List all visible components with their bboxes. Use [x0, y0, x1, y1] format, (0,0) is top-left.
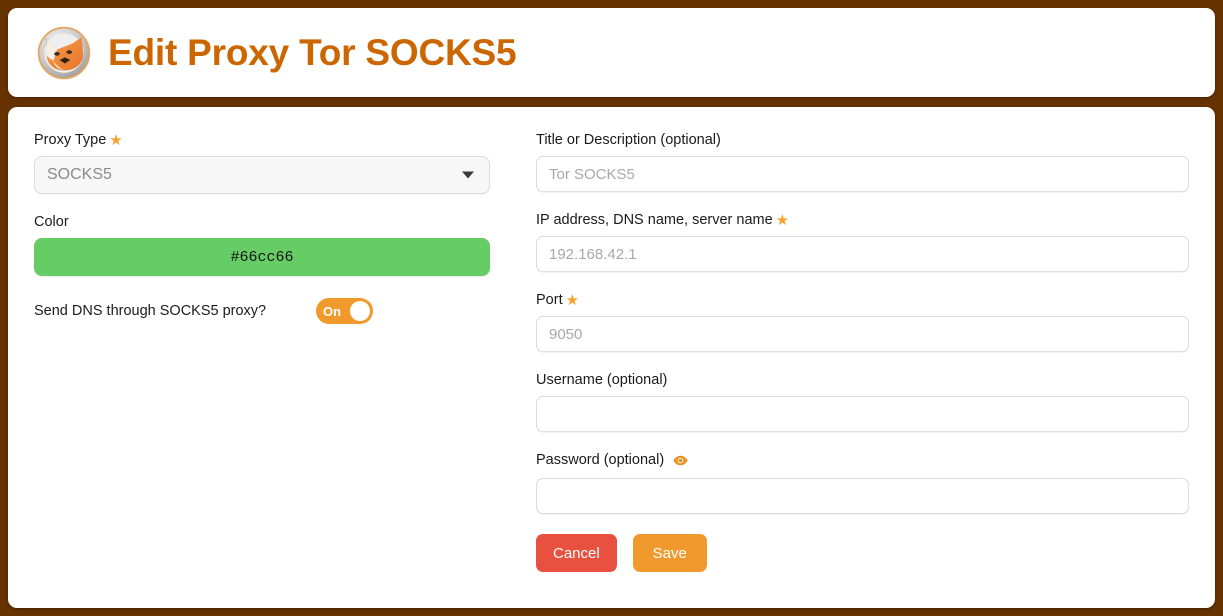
password-field: Password (optional) — [536, 451, 1189, 514]
form-column-left: Proxy Type ★ SOCKS5 Color #66cc66 Send DN… — [34, 131, 506, 586]
proxy-edit-form: Proxy Type ★ SOCKS5 Color #66cc66 Send DN… — [8, 107, 1215, 608]
host-input[interactable] — [536, 236, 1189, 272]
username-field: Username (optional) — [536, 371, 1189, 432]
title-description-field: Title or Description (optional) — [536, 131, 1189, 192]
required-star-icon: ★ — [109, 132, 123, 149]
dns-toggle-label: Send DNS through SOCKS5 proxy? — [34, 303, 267, 319]
title-description-input[interactable] — [536, 156, 1189, 192]
port-field: Port ★ — [536, 291, 1189, 352]
username-input[interactable] — [536, 396, 1189, 432]
password-label-text: Password (optional) — [536, 452, 665, 468]
proxy-type-select[interactable]: SOCKS5 — [34, 156, 490, 194]
proxy-type-label: Proxy Type ★ — [34, 131, 506, 149]
form-column-right: Title or Description (optional) IP addre… — [536, 131, 1189, 586]
page-header: Edit Proxy Tor SOCKS5 — [8, 8, 1215, 97]
form-actions: Cancel Save — [536, 534, 1189, 572]
proxy-type-selected-value: SOCKS5 — [47, 166, 112, 183]
port-label-text: Port — [536, 292, 563, 308]
foxyproxy-fox-logo — [37, 26, 91, 79]
app-root: Edit Proxy Tor SOCKS5 Proxy Type ★ SOCKS5… — [0, 0, 1223, 616]
proxy-type-field: Proxy Type ★ SOCKS5 — [34, 131, 506, 194]
dns-toggle-state-text: On — [323, 303, 342, 319]
eye-icon[interactable] — [673, 453, 688, 471]
color-label: Color — [34, 214, 69, 230]
color-field: Color #66cc66 — [34, 213, 506, 276]
port-label: Port ★ — [536, 291, 1189, 309]
dns-toggle-row: Send DNS through SOCKS5 proxy? On — [34, 298, 506, 324]
color-hex-value: #66cc66 — [230, 248, 294, 266]
host-label-text: IP address, DNS name, server name — [536, 212, 773, 228]
title-description-label: Title or Description (optional) — [536, 132, 721, 148]
proxy-type-label-text: Proxy Type — [34, 132, 107, 148]
password-input[interactable] — [536, 478, 1189, 514]
dns-toggle-switch[interactable]: On — [316, 298, 373, 324]
password-label: Password (optional) — [536, 451, 1189, 471]
proxy-type-select-wrap: SOCKS5 — [34, 156, 490, 194]
host-label: IP address, DNS name, server name ★ — [536, 211, 1189, 229]
port-input[interactable] — [536, 316, 1189, 352]
host-field: IP address, DNS name, server name ★ — [536, 211, 1189, 272]
cancel-button[interactable]: Cancel — [536, 534, 617, 572]
toggle-knob — [350, 301, 370, 321]
required-star-icon: ★ — [775, 212, 790, 229]
save-button[interactable]: Save — [632, 534, 707, 572]
page-title: Edit Proxy Tor SOCKS5 — [108, 31, 517, 73]
username-label: Username (optional) — [536, 372, 668, 388]
required-star-icon: ★ — [565, 292, 580, 309]
color-swatch-input[interactable]: #66cc66 — [34, 238, 490, 276]
